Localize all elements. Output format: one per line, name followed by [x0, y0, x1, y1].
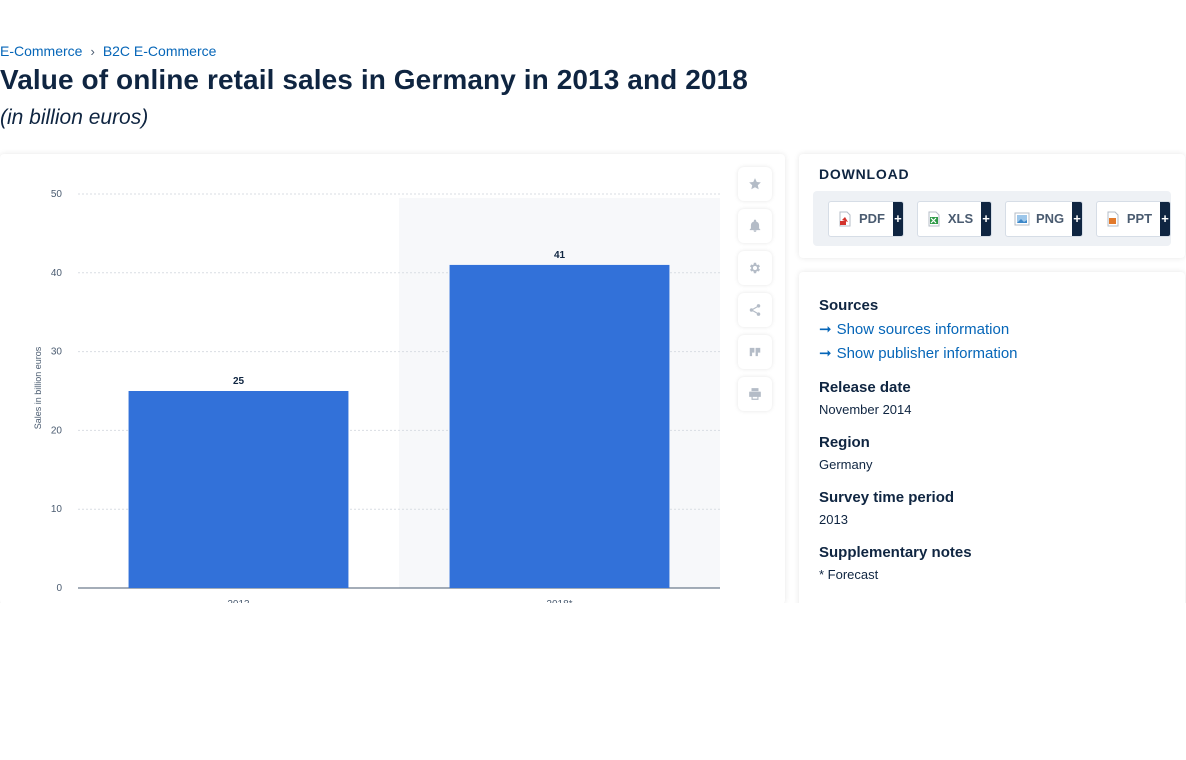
release-date-value: November 2014: [819, 402, 912, 417]
page-title: Value of online retail sales in Germany …: [0, 64, 748, 95]
show-sources-link[interactable]: ➞ Show sources information: [819, 320, 1010, 339]
download-ppt-plus: +: [1160, 201, 1170, 236]
favorite-button[interactable]: [738, 167, 772, 201]
region-value: Germany: [819, 457, 873, 472]
download-pdf-button[interactable]: PDF +: [828, 200, 904, 237]
sources-heading: Sources: [819, 297, 879, 314]
statistic-info-panel: Sources ➞ Show sources information ➞ Sho…: [799, 272, 1185, 612]
breadcrumb-separator: ›: [90, 43, 95, 59]
supplementary-notes-value: * Forecast: [819, 567, 879, 582]
data-label: 25: [233, 376, 245, 387]
download-pdf-label: PDF: [859, 211, 885, 226]
survey-period-heading: Survey time period: [819, 489, 955, 506]
settings-button[interactable]: [738, 251, 772, 285]
survey-period-value: 2013: [819, 512, 848, 527]
chart-card: 01020304050Sales in billion euros2520134…: [0, 154, 785, 604]
print-icon: [749, 388, 761, 400]
region-heading: Region: [819, 434, 870, 451]
download-title: DOWNLOAD: [819, 166, 910, 182]
star-icon: [749, 178, 761, 190]
print-button[interactable]: [738, 377, 772, 411]
download-png-button[interactable]: PNG +: [1005, 200, 1083, 237]
arrow-right-icon: ➞: [819, 345, 832, 362]
download-png-label: PNG: [1036, 211, 1065, 226]
bar: [449, 264, 670, 588]
share-button[interactable]: [738, 293, 772, 327]
show-sources-label: Show sources information: [836, 320, 1010, 338]
download-xls-label: XLS: [947, 211, 974, 226]
png-file-icon: [1014, 211, 1030, 227]
cite-button[interactable]: [738, 335, 772, 369]
page-subtitle: (in billion euros): [0, 106, 149, 129]
bar-chart: 01020304050Sales in billion euros2520134…: [33, 189, 720, 604]
breadcrumb-link-b2c-ecommerce[interactable]: B2C E-Commerce: [103, 43, 217, 59]
gear-icon: [749, 262, 761, 274]
breadcrumb: E-Commerce › B2C E-Commerce: [0, 43, 216, 59]
download-pdf-plus: +: [893, 201, 903, 236]
arrow-right-icon: ➞: [819, 321, 832, 338]
alert-button[interactable]: [738, 209, 772, 243]
bell-icon: [749, 219, 761, 232]
download-png-plus: +: [1072, 201, 1082, 236]
release-date-heading: Release date: [819, 379, 911, 396]
y-tick-label: 20: [51, 425, 63, 436]
bar: [128, 391, 349, 588]
download-ppt-label: PPT: [1126, 211, 1153, 226]
download-xls-plus: +: [981, 201, 991, 236]
data-label: 41: [554, 250, 566, 261]
show-publisher-link[interactable]: ➞ Show publisher information: [819, 344, 1018, 363]
pdf-file-icon: [837, 211, 853, 227]
y-tick-label: 30: [51, 347, 63, 358]
share-icon: [749, 304, 761, 316]
breadcrumb-link-ecommerce[interactable]: E-Commerce: [0, 43, 82, 59]
y-tick-label: 40: [51, 268, 63, 279]
download-panel: DOWNLOAD PDF + XLS + PNG + PPT +: [799, 154, 1185, 258]
download-xls-button[interactable]: XLS +: [916, 200, 992, 237]
y-axis-label: Sales in billion euros: [33, 346, 43, 429]
y-tick-label: 0: [56, 583, 62, 594]
chart-toolbar: [738, 167, 772, 411]
download-button-group: PDF + XLS + PNG + PPT +: [813, 191, 1171, 246]
y-tick-label: 50: [51, 189, 63, 200]
xls-file-icon: [926, 211, 942, 227]
page-bottom-blank: [0, 603, 1186, 760]
show-publisher-label: Show publisher information: [836, 344, 1018, 362]
y-tick-label: 10: [51, 504, 63, 515]
download-ppt-button[interactable]: PPT +: [1095, 200, 1171, 237]
supplementary-notes-heading: Supplementary notes: [819, 544, 972, 561]
ppt-file-icon: [1105, 211, 1121, 227]
quote-icon: [749, 347, 761, 357]
